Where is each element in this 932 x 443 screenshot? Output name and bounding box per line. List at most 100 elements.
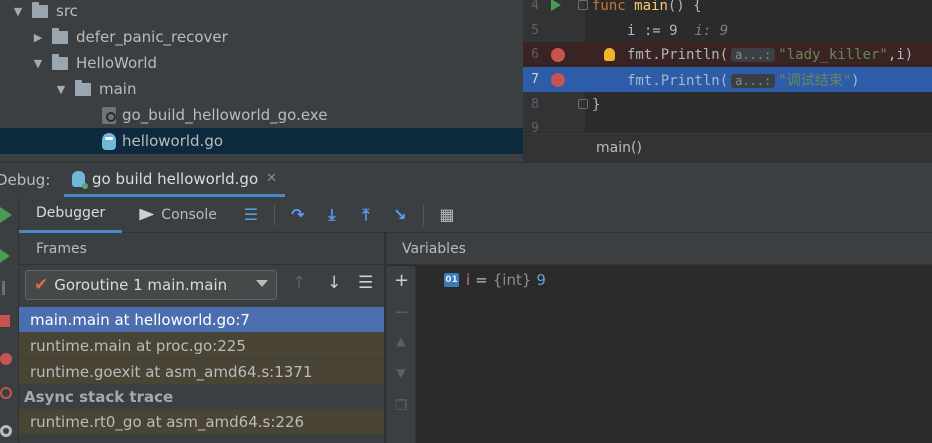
arrow-up-icon[interactable]: ↑ xyxy=(292,273,306,293)
frame-item[interactable]: main.main at helloworld.go:7 xyxy=(19,307,384,332)
tree-item-main[interactable]: ▼ main xyxy=(0,76,523,102)
evaluate-icon[interactable]: ▦ xyxy=(438,205,456,224)
frame-label: runtime.goexit at asm_amd64.s:1371 xyxy=(30,362,313,381)
fold-icon[interactable] xyxy=(578,99,588,109)
tree-item-label: defer_panic_recover xyxy=(76,28,228,46)
breakpoint-icon[interactable] xyxy=(551,73,565,87)
close-icon[interactable]: ✕ xyxy=(266,171,277,186)
move-down-icon[interactable]: ▼ xyxy=(394,366,408,380)
code-text: func main() { xyxy=(592,0,702,14)
panel-title: Variables xyxy=(402,240,466,257)
arrow-down-icon[interactable]: ↓ xyxy=(327,273,341,293)
remove-watch-icon[interactable]: − xyxy=(394,302,409,323)
variables-toolbar: + − ▲ ▼ ❐ xyxy=(386,266,416,443)
tab-debugger[interactable]: Debugger xyxy=(19,197,123,233)
param-hint: a...: xyxy=(731,47,776,62)
step-into-icon[interactable]: ⤓ xyxy=(323,205,341,224)
async-stack-header: Async stack trace xyxy=(19,384,384,409)
variable-row[interactable]: 01 i = {int} 9 xyxy=(444,271,546,289)
tab-console[interactable]: Console xyxy=(122,197,234,233)
tree-item-label: helloworld.go xyxy=(122,132,224,150)
tree-item-helloworld[interactable]: ▼ HelloWorld xyxy=(0,50,523,76)
debugger-toolbar: Debugger Console ☰ ↷ ⤓ ⤒ ↘ ▦ xyxy=(19,197,932,233)
mute-breakpoints-icon[interactable] xyxy=(0,387,12,399)
menu-icon[interactable]: ☰ xyxy=(242,205,260,224)
line-number: 9 xyxy=(531,121,539,133)
frame-label: main.main at helloworld.go:7 xyxy=(30,310,250,329)
chevron-right-icon[interactable]: ▶ xyxy=(32,31,44,44)
variables-panel: Variables + − ▲ ▼ ❐ 01 i = {int} 9 xyxy=(386,233,932,443)
step-over-icon[interactable]: ↷ xyxy=(289,205,307,224)
folder-icon xyxy=(75,79,91,96)
tree-item-src[interactable]: ▼ src xyxy=(0,0,523,24)
chevron-down-icon[interactable]: ▼ xyxy=(55,83,67,96)
frame-label: runtime.main at proc.go:225 xyxy=(30,336,246,355)
debug-tool-window-bar: Debug: go build helloworld.go ✕ xyxy=(0,162,932,197)
variable-value: 9 xyxy=(536,271,546,289)
code-text: fmt.Println(a...: "调试结束") xyxy=(627,72,860,89)
goroutine-select-value: Goroutine 1 main.main xyxy=(54,276,228,294)
chevron-down-icon[interactable]: ▼ xyxy=(32,57,44,70)
code-line-4[interactable]: 4 func main() { xyxy=(523,0,932,18)
check-icon: ✔ xyxy=(34,275,49,295)
goroutine-select[interactable]: ✔ Goroutine 1 main.main xyxy=(25,270,277,300)
tree-item-label: src xyxy=(56,2,78,20)
line-number: 6 xyxy=(531,47,539,62)
breadcrumb[interactable]: main() xyxy=(523,133,932,162)
view-breakpoints-icon[interactable] xyxy=(0,353,12,365)
inline-value: i: 9 xyxy=(694,22,729,39)
code-line-9[interactable]: 9 xyxy=(523,117,932,133)
code-text: fmt.Println(a...: "lady_killer",i) xyxy=(627,46,914,63)
toolbar-separator xyxy=(422,203,424,226)
settings-icon[interactable] xyxy=(0,425,12,437)
code-line-7[interactable]: 7 fmt.Println(a...: "调试结束") xyxy=(523,67,932,92)
move-up-icon[interactable]: ▲ xyxy=(394,334,408,348)
line-number: 4 xyxy=(531,0,539,13)
variables-header: Variables xyxy=(386,233,932,265)
frame-item[interactable]: runtime.goexit at asm_amd64.s:1371 xyxy=(19,359,384,384)
line-number: 5 xyxy=(531,23,539,38)
code-line-5[interactable]: 5 i := 9 i: 9 xyxy=(523,18,932,43)
frame-item[interactable]: runtime.main at proc.go:225 xyxy=(19,333,384,358)
executable-file-icon xyxy=(102,106,116,124)
filter-frames-icon[interactable]: ☰ xyxy=(358,273,373,293)
debug-side-toolbar xyxy=(0,197,19,443)
project-tree: ▼ src ▶ defer_panic_recover ▼ HelloWorld… xyxy=(0,0,523,162)
copy-icon[interactable]: ❐ xyxy=(394,398,408,414)
tree-item-defer-panic-recover[interactable]: ▶ defer_panic_recover xyxy=(0,24,523,50)
breadcrumb-item[interactable]: main() xyxy=(596,140,642,156)
lightbulb-icon[interactable] xyxy=(604,48,615,61)
frame-item[interactable]: runtime.rt0_go at asm_amd64.s:226 xyxy=(19,409,384,434)
breakpoint-icon[interactable] xyxy=(551,48,565,62)
add-watch-icon[interactable]: + xyxy=(394,270,409,291)
console-icon xyxy=(139,208,155,221)
code-editor[interactable]: 4 func main() { 5 i := 9 i: 9 6 fmt.Prin… xyxy=(523,0,932,162)
pause-icon[interactable] xyxy=(2,281,5,295)
go-file-icon xyxy=(102,132,116,150)
int-type-icon: 01 xyxy=(444,273,459,287)
rerun-icon[interactable] xyxy=(0,207,12,223)
tree-item-exe[interactable]: go_build_helloworld_go.exe xyxy=(0,102,523,128)
tree-item-label: go_build_helloworld_go.exe xyxy=(122,106,328,124)
param-hint: a...: xyxy=(731,73,776,88)
tree-item-label: HelloWorld xyxy=(76,54,158,72)
code-line-6[interactable]: 6 fmt.Println(a...: "lady_killer",i) xyxy=(523,42,932,67)
debug-session-tab[interactable]: go build helloworld.go ✕ xyxy=(64,163,286,197)
async-header-label: Async stack trace xyxy=(24,387,174,406)
code-line-8[interactable]: 8 } xyxy=(523,92,932,117)
run-to-cursor-icon[interactable]: ↘ xyxy=(391,205,409,224)
tab-label: Debugger xyxy=(36,205,106,221)
line-number: 8 xyxy=(531,97,539,112)
chevron-down-icon[interactable]: ▼ xyxy=(12,5,24,18)
stop-icon[interactable] xyxy=(0,315,10,327)
line-number: 7 xyxy=(531,72,539,87)
run-icon[interactable] xyxy=(551,0,561,11)
fold-icon[interactable] xyxy=(578,0,588,10)
code-text: } xyxy=(592,96,601,113)
variable-equals: = xyxy=(475,271,488,289)
folder-icon xyxy=(52,27,68,44)
resume-icon[interactable] xyxy=(0,249,10,263)
step-out-icon[interactable]: ⤒ xyxy=(357,205,375,224)
tree-item-label: main xyxy=(99,80,137,98)
tree-item-helloworld-go[interactable]: helloworld.go xyxy=(0,128,523,154)
